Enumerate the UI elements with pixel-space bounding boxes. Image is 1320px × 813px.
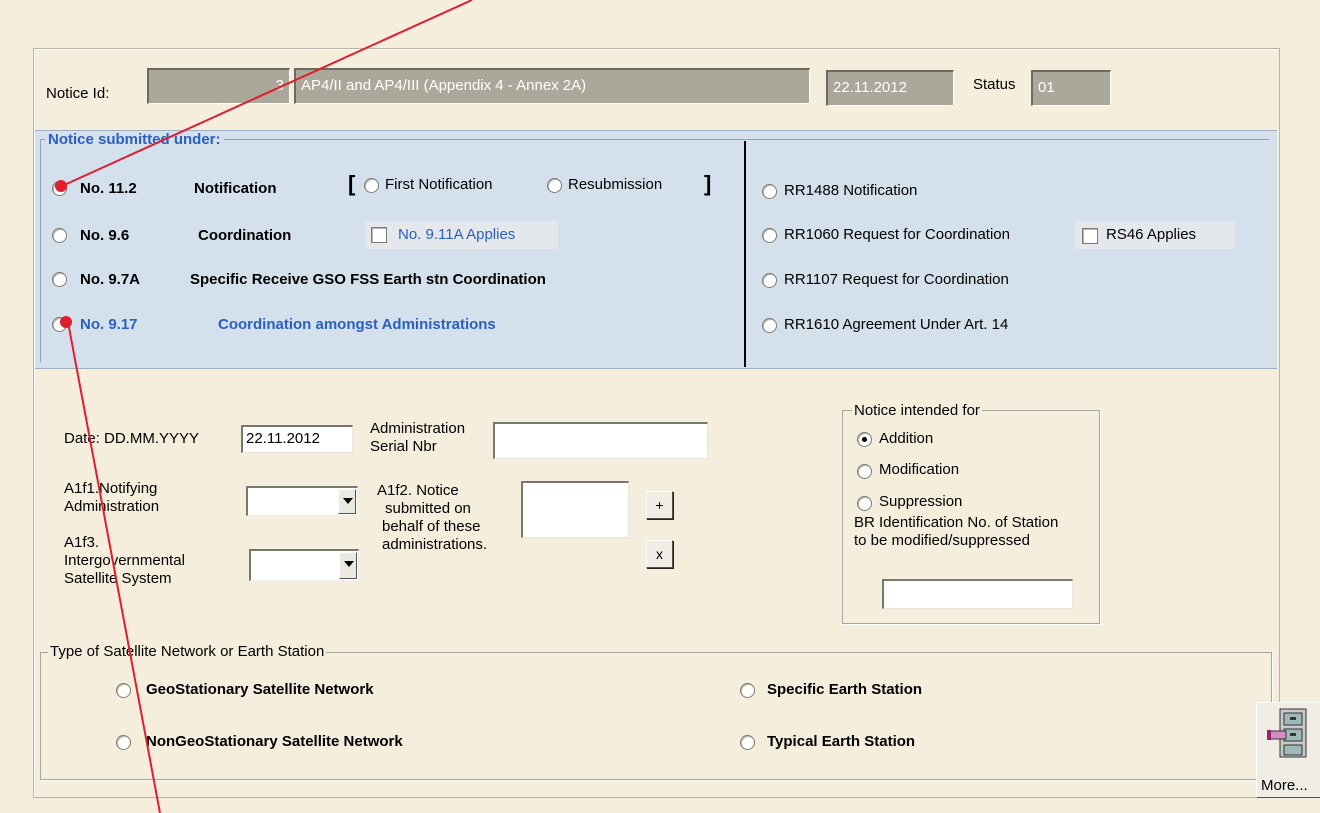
- admin-serial-label-2: Serial Nbr: [370, 438, 437, 455]
- specific-earth-label: Specific Earth Station: [767, 681, 923, 698]
- radio-specific-earth[interactable]: [740, 683, 755, 698]
- radio-modification[interactable]: [857, 464, 872, 479]
- radio-rr1060[interactable]: [762, 228, 777, 243]
- resubmission-label: Resubmission: [568, 176, 663, 193]
- checkbox-911a[interactable]: [371, 227, 387, 243]
- submitted-title: Notice submitted under:: [45, 131, 224, 149]
- radio-geo[interactable]: [116, 683, 131, 698]
- no-9-6-number: No. 9.6: [80, 227, 130, 244]
- a1f2-list[interactable]: [521, 481, 629, 538]
- bracket-close: ]: [704, 171, 712, 196]
- remove-admin-button[interactable]: x: [646, 540, 673, 568]
- br-id-label-1: BR Identification No. of Station: [854, 514, 1059, 531]
- bracket-open: [: [348, 171, 356, 196]
- add-admin-button[interactable]: +: [646, 491, 673, 519]
- radio-rr1610[interactable]: [762, 318, 777, 333]
- a1f1-label-2: Administration: [64, 498, 160, 515]
- chevron-down-icon[interactable]: [339, 552, 357, 579]
- radio-first-notification[interactable]: [364, 178, 379, 193]
- radio-typical-earth[interactable]: [740, 735, 755, 750]
- a1f3-dropdown[interactable]: [249, 549, 359, 581]
- rr1060-label: RR1060 Request for Coordination: [784, 226, 1010, 243]
- more-label: More...: [1261, 777, 1308, 794]
- status-field: 01: [1031, 70, 1111, 106]
- radio-no-11-2[interactable]: [52, 181, 67, 196]
- checkbox-rs46[interactable]: [1082, 228, 1098, 244]
- a1f2-label-3: behalf of these: [382, 518, 481, 535]
- file-cabinet-icon: [1267, 708, 1307, 758]
- notice-id-label: Notice Id:: [46, 85, 110, 102]
- a1f2-label-2: submitted on: [385, 500, 471, 517]
- radio-no-9-7a[interactable]: [52, 272, 67, 287]
- notice-title-field: AP4/II and AP4/III (Appendix 4 - Annex 2…: [294, 68, 810, 104]
- suppression-label: Suppression: [879, 493, 963, 510]
- typical-earth-label: Typical Earth Station: [767, 733, 916, 750]
- type-group: [40, 652, 1272, 780]
- br-id-label-2: to be modified/suppressed: [854, 532, 1030, 549]
- rr1610-label: RR1610 Agreement Under Art. 14: [784, 316, 1009, 333]
- type-group-title: Type of Satellite Network or Earth Stati…: [48, 643, 327, 661]
- no-9-6-name: Coordination: [198, 227, 292, 244]
- modification-label: Modification: [879, 461, 960, 478]
- status-label: Status: [973, 76, 1016, 93]
- rr1107-label: RR1107 Request for Coordination: [784, 271, 1009, 288]
- date-input[interactable]: 22.11.2012: [241, 425, 353, 453]
- nongeo-label: NonGeoStationary Satellite Network: [146, 733, 403, 750]
- no-11-2-number: No. 11.2: [80, 180, 137, 197]
- more-button[interactable]: More...: [1256, 702, 1320, 798]
- radio-nongeo[interactable]: [116, 735, 131, 750]
- no-9-7a-number: No. 9.7A: [80, 271, 141, 288]
- radio-suppression[interactable]: [857, 496, 872, 511]
- date-label: Date: DD.MM.YYYY: [64, 430, 200, 447]
- intended-title: Notice intended for: [852, 402, 982, 420]
- notice-id-field: 3: [147, 68, 290, 104]
- radio-rr1488[interactable]: [762, 184, 777, 199]
- no-9-7a-name: Specific Receive GSO FSS Earth stn Coord…: [190, 271, 546, 288]
- submitted-divider: [744, 141, 746, 367]
- radio-no-9-6[interactable]: [52, 228, 67, 243]
- a1f2-label-1: A1f2. Notice: [377, 482, 459, 499]
- chevron-down-icon[interactable]: [338, 489, 356, 514]
- radio-resubmission[interactable]: [547, 178, 562, 193]
- no-11-2-name: Notification: [194, 180, 277, 197]
- no-9-17-name: Coordination amongst Administrations: [218, 316, 496, 333]
- admin-serial-input[interactable]: [493, 422, 708, 459]
- no-9-17-number: No. 9.17: [80, 316, 138, 333]
- applies-911a-label: No. 9.11A Applies: [398, 226, 516, 243]
- rr1488-label: RR1488 Notification: [784, 182, 918, 199]
- radio-addition[interactable]: [857, 432, 872, 447]
- a1f1-label-1: A1f1.Notifying: [64, 480, 158, 497]
- addition-label: Addition: [879, 430, 934, 447]
- a1f3-label-3: Satellite System: [64, 570, 172, 587]
- a1f1-dropdown[interactable]: [246, 486, 358, 516]
- a1f3-label-2: Intergovernmental: [64, 552, 185, 569]
- radio-rr1107[interactable]: [762, 273, 777, 288]
- admin-serial-label-1: Administration: [370, 420, 466, 437]
- geo-label: GeoStationary Satellite Network: [146, 681, 374, 698]
- first-notification-label: First Notification: [385, 176, 493, 193]
- a1f2-label-4: administrations.: [382, 536, 488, 553]
- notice-date-field: 22.11.2012: [826, 70, 954, 106]
- rs46-label: RS46 Applies: [1106, 226, 1197, 243]
- br-id-input[interactable]: [882, 579, 1073, 609]
- radio-no-9-17[interactable]: [52, 317, 67, 332]
- a1f3-label-1: A1f3.: [64, 534, 100, 551]
